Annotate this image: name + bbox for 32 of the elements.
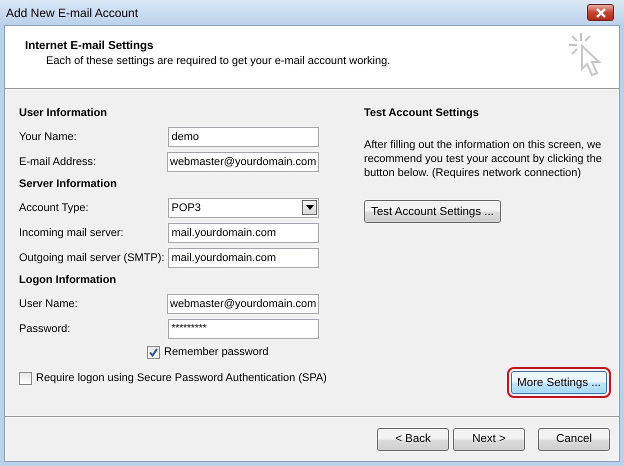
- field-label: Incoming mail server:: [19, 226, 125, 238]
- close-icon: [594, 8, 606, 18]
- field-label: Account Type:: [19, 202, 90, 214]
- text-field[interactable]: mail.yourdomain.com: [168, 248, 319, 268]
- field-label: E-mail Address:: [19, 156, 98, 168]
- checkbox[interactable]: [147, 346, 160, 358]
- field-label: Outgoing mail server (SMTP):: [19, 252, 166, 264]
- field-label: Your Name:: [19, 130, 78, 142]
- description-text: After filling out the information on this screen, we recommend you test your account by clicking the button below. (Requires network connection): [364, 138, 603, 180]
- field-label: User Name:: [19, 298, 79, 310]
- section-heading: Server Information: [19, 177, 118, 192]
- text-field[interactable]: mail.yourdomain.com: [168, 222, 319, 242]
- page-title: Internet E-mail Settings: [25, 40, 154, 52]
- text-field[interactable]: demo: [168, 126, 319, 146]
- checkbox-label: Require logon using Secure Password Authentication (SPA): [36, 372, 327, 384]
- field-label: Password:: [19, 322, 72, 334]
- section-heading: Test Account Settings: [364, 106, 480, 121]
- checkbox-label: Remember password: [164, 346, 269, 358]
- test-account-settings-button[interactable]: Test Account Settings ...: [364, 200, 501, 223]
- page-subtitle: Each of these settings are required to get your e-mail account working.: [45, 55, 390, 67]
- close-button[interactable]: [587, 4, 614, 21]
- dialog-button[interactable]: Cancel: [538, 428, 610, 450]
- text-field[interactable]: webmaster@yourdomain.com: [167, 152, 319, 172]
- checkbox[interactable]: [19, 372, 32, 384]
- section-heading: User Information: [19, 106, 108, 121]
- account-type-dropdown[interactable]: POP3: [168, 198, 319, 218]
- dialog-button[interactable]: Next >: [453, 428, 525, 450]
- text-field[interactable]: webmaster@yourdomain.com: [167, 294, 319, 314]
- window-title: Add New E-mail Account: [6, 6, 138, 20]
- password-field[interactable]: *********: [168, 318, 319, 338]
- section-heading: Logon Information: [19, 273, 118, 288]
- dialog-button[interactable]: < Back: [377, 428, 449, 450]
